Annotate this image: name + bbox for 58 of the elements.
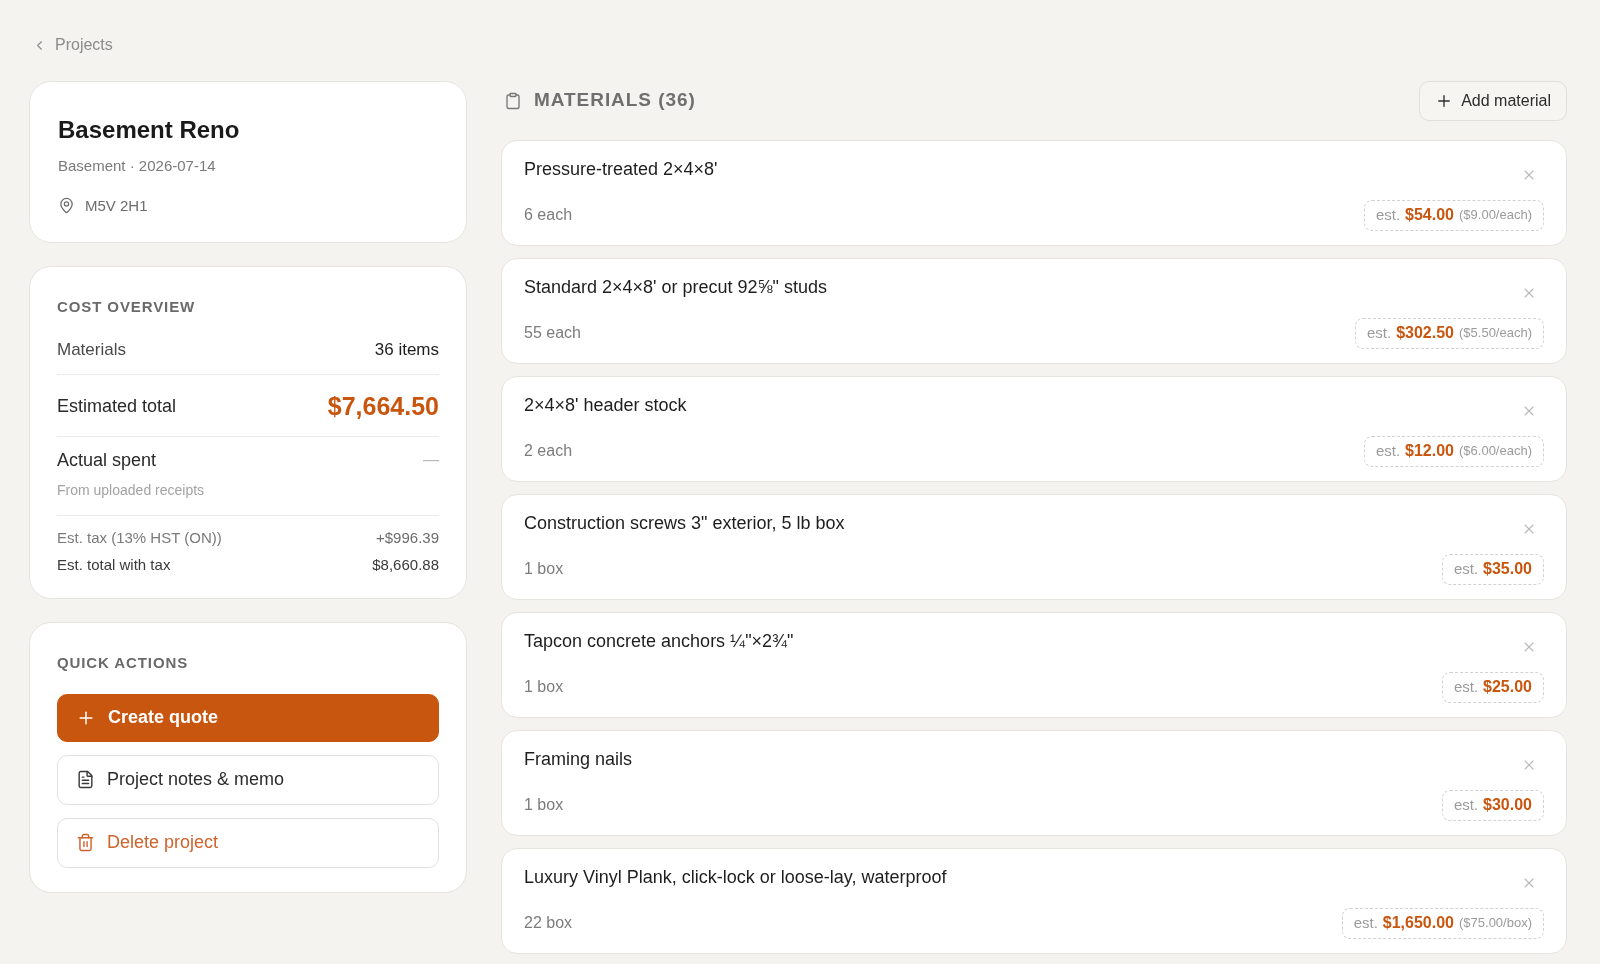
material-quantity: 55 each <box>524 323 581 343</box>
material-name: Framing nails <box>524 747 633 771</box>
material-name: Luxury Vinyl Plank, click-lock or loose-lay, waterproof <box>524 865 947 889</box>
delete-button[interactable]: Delete project <box>57 817 439 868</box>
document-icon <box>76 770 95 789</box>
add-material-button[interactable]: Add material <box>1419 80 1567 121</box>
cost-value: — <box>423 449 439 470</box>
material-quantity: 1 box <box>524 795 564 815</box>
cost-value: +$996.39 <box>376 527 439 548</box>
estimate-label: est. <box>1366 322 1392 343</box>
trash-icon <box>76 833 95 852</box>
cost-label: Actual spent <box>57 448 157 472</box>
map-pin-icon <box>58 197 75 214</box>
unit-price: ($5.50/each) <box>1459 324 1532 343</box>
estimate-price: $12.00 <box>1405 441 1454 461</box>
material-name: Tapcon concrete anchors ¼"×2¾" <box>524 629 794 653</box>
estimate-price: $25.00 <box>1483 677 1532 697</box>
section-heading: QUICK ACTIONS <box>57 653 189 671</box>
section-heading: COST OVERVIEW <box>57 297 196 315</box>
material-quantity: 22 box <box>524 913 573 933</box>
cost-note: From uploaded receipts <box>57 481 205 498</box>
estimate-label: est. <box>1375 440 1401 461</box>
estimate-price: $54.00 <box>1405 205 1454 225</box>
estimate-price: $35.00 <box>1483 559 1532 579</box>
section-heading: MATERIALS (36) <box>534 88 696 113</box>
clipboard-icon <box>504 91 522 110</box>
estimate-price: $1,650.00 <box>1382 913 1454 933</box>
estimate-label: est. <box>1453 558 1479 579</box>
notes-button[interactable]: Project notes & memo <box>57 754 439 805</box>
create-quote-button[interactable]: Create quote <box>57 693 439 742</box>
estimate-label: est. <box>1353 912 1378 933</box>
material-quantity: 1 box <box>524 559 564 579</box>
cost-value: $8,660.88 <box>372 554 439 575</box>
cost-value: $7,664.50 <box>327 390 439 422</box>
material-quantity: 2 each <box>524 441 573 461</box>
cost-label: Est. tax (13% HST (ON)) <box>57 527 222 548</box>
location-text: M5V 2H1 <box>85 195 148 216</box>
estimate-label: est. <box>1453 794 1479 815</box>
back-link[interactable]: Projects <box>32 33 113 57</box>
estimate-label: est. <box>1453 676 1479 697</box>
project-title: Basement Reno <box>58 115 240 143</box>
estimate-price: $302.50 <box>1396 323 1454 343</box>
estimate-label: est. <box>1375 204 1401 225</box>
cost-label: Est. total with tax <box>57 554 171 575</box>
material-name: Construction screws 3" exterior, 5 lb box <box>524 511 845 535</box>
project-subtitle: Basement · 2026-07-14 <box>58 156 216 174</box>
unit-price: ($6.00/each) <box>1459 442 1532 461</box>
cost-label: Materials <box>57 338 126 361</box>
material-quantity: 1 box <box>524 677 564 697</box>
material-name: 2×4×8' header stock <box>524 393 687 417</box>
unit-price: ($75.00/box) <box>1459 914 1532 933</box>
cost-label: Estimated total <box>57 394 177 418</box>
material-name: Pressure-treated 2×4×8' <box>524 157 718 181</box>
material-quantity: 6 each <box>524 205 573 225</box>
material-name: Standard 2×4×8' or precut 92⅝" studs <box>524 275 828 299</box>
cost-value: 36 items <box>374 338 439 361</box>
unit-price: ($9.00/each) <box>1459 206 1532 225</box>
estimate-price: $30.00 <box>1483 795 1532 815</box>
